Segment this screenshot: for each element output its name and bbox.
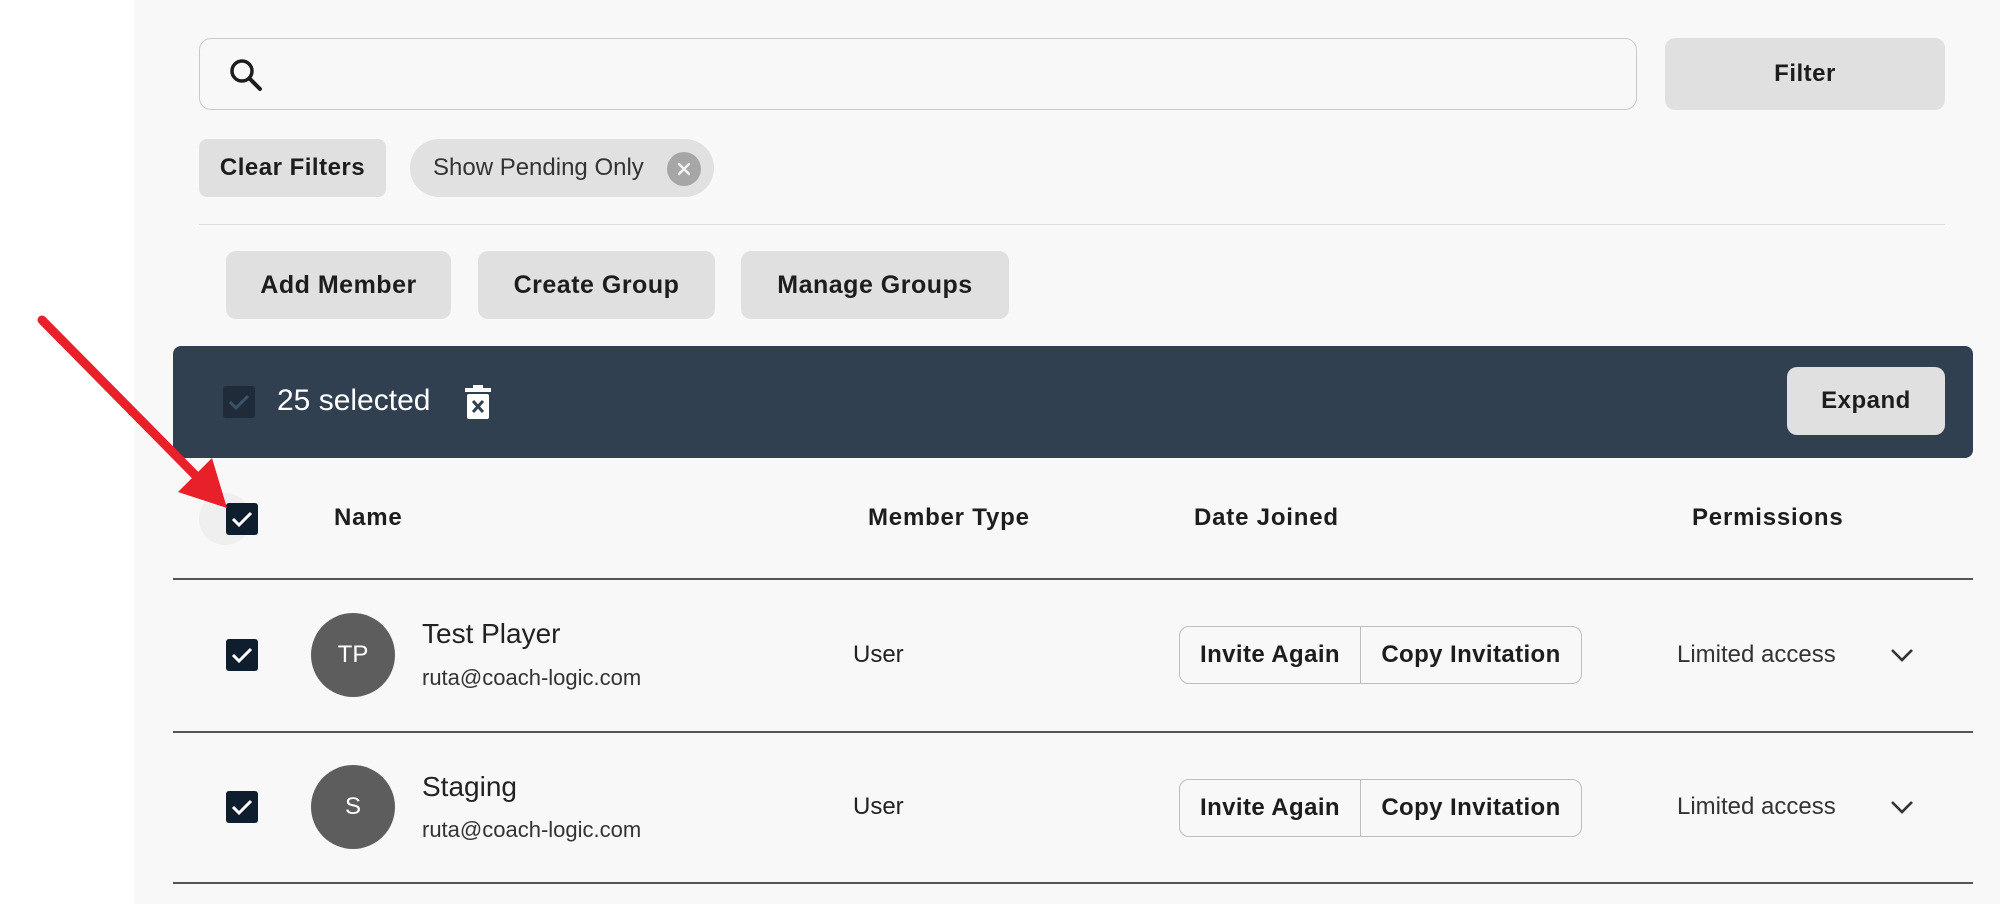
row-checkbox[interactable] bbox=[226, 639, 258, 671]
filter-chip-label: Show Pending Only bbox=[433, 154, 644, 181]
divider bbox=[199, 224, 1945, 225]
row-divider bbox=[173, 731, 1973, 733]
select-all-checkbox[interactable] bbox=[226, 503, 258, 535]
filter-button[interactable]: Filter bbox=[1665, 38, 1945, 110]
member-type: User bbox=[853, 793, 904, 820]
member-email: ruta@coach-logic.com bbox=[422, 817, 642, 842]
search-box[interactable] bbox=[199, 38, 1637, 110]
selection-bar: 25 selected bbox=[173, 346, 1973, 458]
delete-icon[interactable] bbox=[463, 384, 493, 420]
create-group-button[interactable]: Create Group bbox=[478, 251, 715, 319]
chip-close-icon[interactable] bbox=[667, 152, 701, 186]
copy-invitation-button[interactable]: Copy Invitation bbox=[1361, 780, 1581, 836]
filter-chip-pending[interactable]: Show Pending Only bbox=[410, 139, 714, 197]
header-permissions[interactable]: Permissions bbox=[1692, 504, 1844, 532]
add-member-button[interactable]: Add Member bbox=[226, 251, 451, 319]
check-icon bbox=[231, 647, 253, 664]
check-icon bbox=[231, 511, 253, 528]
expand-button[interactable]: Expand bbox=[1787, 367, 1945, 435]
avatar: TP bbox=[311, 613, 395, 697]
selection-bar-checkbox[interactable] bbox=[223, 386, 255, 418]
check-icon bbox=[231, 799, 253, 816]
chevron-down-icon[interactable] bbox=[1889, 799, 1915, 815]
search-input[interactable] bbox=[280, 51, 1616, 99]
permission-value[interactable]: Limited access bbox=[1677, 793, 1836, 821]
invitation-button-group: Invite Again Copy Invitation bbox=[1179, 626, 1582, 684]
invite-again-button[interactable]: Invite Again bbox=[1180, 627, 1361, 683]
member-name: Test Player bbox=[422, 618, 561, 649]
member-type: User bbox=[853, 641, 904, 668]
member-name: Staging bbox=[422, 771, 517, 802]
header-name[interactable]: Name bbox=[334, 504, 403, 532]
selected-count: 25 selected bbox=[277, 384, 431, 417]
copy-invitation-button[interactable]: Copy Invitation bbox=[1361, 627, 1581, 683]
permission-value[interactable]: Limited access bbox=[1677, 641, 1836, 669]
invite-again-button[interactable]: Invite Again bbox=[1180, 780, 1361, 836]
member-email: ruta@coach-logic.com bbox=[422, 665, 642, 690]
check-icon bbox=[228, 394, 250, 411]
invitation-button-group: Invite Again Copy Invitation bbox=[1179, 779, 1582, 837]
clear-filters-button[interactable]: Clear Filters bbox=[199, 139, 386, 197]
chevron-down-icon[interactable] bbox=[1889, 647, 1915, 663]
row-checkbox[interactable] bbox=[226, 791, 258, 823]
manage-groups-button[interactable]: Manage Groups bbox=[741, 251, 1009, 319]
avatar: S bbox=[311, 765, 395, 849]
row-divider bbox=[173, 578, 1973, 580]
header-date-joined[interactable]: Date Joined bbox=[1194, 504, 1339, 532]
search-icon bbox=[230, 59, 262, 91]
header-member-type[interactable]: Member Type bbox=[868, 504, 1030, 532]
row-divider bbox=[173, 882, 1973, 884]
